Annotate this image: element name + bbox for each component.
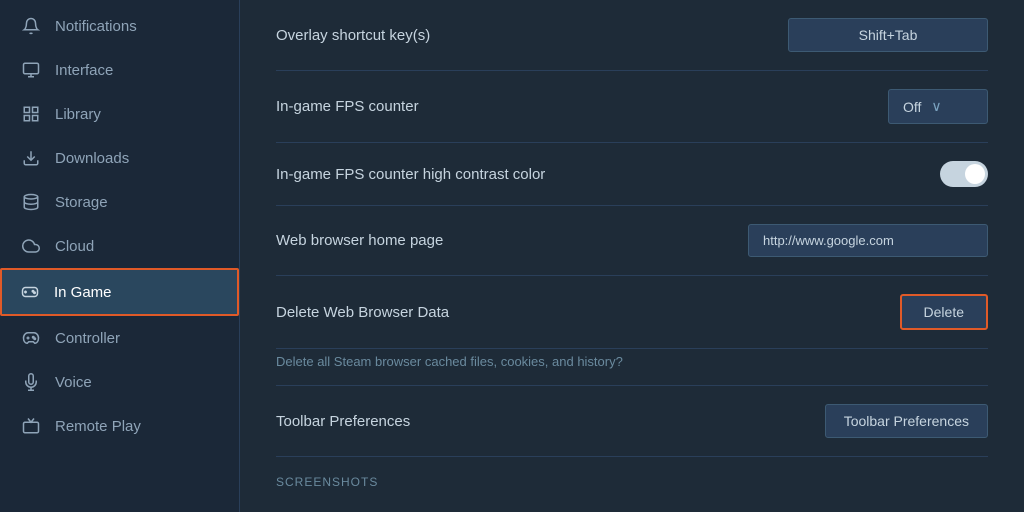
fps-counter-dropdown[interactable]: Off ∨ <box>888 89 988 124</box>
sidebar-item-downloads[interactable]: Downloads <box>0 136 239 180</box>
sidebar-item-storage[interactable]: Storage <box>0 180 239 224</box>
screenshots-header: SCREENSHOTS <box>276 457 988 497</box>
sidebar-item-controller-label: Controller <box>55 330 120 347</box>
monitor-icon <box>21 60 41 80</box>
fps-counter-label: In-game FPS counter <box>276 98 419 115</box>
delete-button[interactable]: Delete <box>900 294 988 330</box>
storage-icon <box>21 192 41 212</box>
sidebar-item-voice-label: Voice <box>55 374 92 391</box>
gamepad-icon <box>20 282 40 302</box>
web-browser-label: Web browser home page <box>276 232 443 249</box>
fps-highcontrast-control <box>940 161 988 187</box>
sidebar-item-storage-label: Storage <box>55 194 108 211</box>
delete-browser-row: Delete Web Browser Data Delete <box>276 276 988 349</box>
fps-highcontrast-row: In-game FPS counter high contrast color <box>276 143 988 206</box>
main-content: Overlay shortcut key(s) Shift+Tab In-gam… <box>240 0 1024 512</box>
sidebar-item-downloads-label: Downloads <box>55 150 129 167</box>
sidebar-item-notifications[interactable]: Notifications <box>0 4 239 48</box>
sidebar-item-library[interactable]: Library <box>0 92 239 136</box>
fps-highcontrast-toggle[interactable] <box>940 161 988 187</box>
sidebar-item-library-label: Library <box>55 106 101 123</box>
sidebar-item-notifications-label: Notifications <box>55 18 137 35</box>
fps-counter-value: Off <box>903 99 921 115</box>
web-browser-control: http://www.google.com <box>748 224 988 257</box>
sidebar-item-remoteplay[interactable]: Remote Play <box>0 404 239 448</box>
web-browser-row: Web browser home page http://www.google.… <box>276 206 988 276</box>
overlay-shortcut-input[interactable]: Shift+Tab <box>788 18 988 52</box>
sidebar: Notifications Interface Library Download… <box>0 0 240 512</box>
chevron-down-icon: ∨ <box>931 98 941 115</box>
delete-browser-control: Delete <box>900 294 988 330</box>
fps-highcontrast-label: In-game FPS counter high contrast color <box>276 166 545 183</box>
overlay-shortcut-control: Shift+Tab <box>788 18 988 52</box>
toolbar-pref-row: Toolbar Preferences Toolbar Preferences <box>276 386 988 457</box>
sidebar-item-interface[interactable]: Interface <box>0 48 239 92</box>
sidebar-item-cloud[interactable]: Cloud <box>0 224 239 268</box>
overlay-shortcut-row: Overlay shortcut key(s) Shift+Tab <box>276 0 988 71</box>
sidebar-item-ingame[interactable]: In Game <box>0 268 239 316</box>
delete-browser-desc-row: Delete all Steam browser cached files, c… <box>276 349 988 386</box>
sidebar-item-controller[interactable]: Controller <box>0 316 239 360</box>
web-browser-input[interactable]: http://www.google.com <box>748 224 988 257</box>
sidebar-item-cloud-label: Cloud <box>55 238 94 255</box>
overlay-shortcut-label: Overlay shortcut key(s) <box>276 27 430 44</box>
grid-icon <box>21 104 41 124</box>
toolbar-preferences-button[interactable]: Toolbar Preferences <box>825 404 988 438</box>
remote-icon <box>21 416 41 436</box>
sidebar-item-voice[interactable]: Voice <box>0 360 239 404</box>
controller-icon <box>21 328 41 348</box>
sidebar-item-interface-label: Interface <box>55 62 113 79</box>
bell-icon <box>21 16 41 36</box>
mic-icon <box>21 372 41 392</box>
fps-counter-control: Off ∨ <box>888 89 988 124</box>
toolbar-pref-control: Toolbar Preferences <box>825 404 988 438</box>
download-icon <box>21 148 41 168</box>
toolbar-pref-label: Toolbar Preferences <box>276 413 410 430</box>
sidebar-item-ingame-label: In Game <box>54 284 112 301</box>
delete-browser-desc: Delete all Steam browser cached files, c… <box>276 354 623 369</box>
fps-counter-row: In-game FPS counter Off ∨ <box>276 71 988 143</box>
cloud-icon <box>21 236 41 256</box>
sidebar-item-remoteplay-label: Remote Play <box>55 418 141 435</box>
delete-browser-label: Delete Web Browser Data <box>276 304 449 321</box>
